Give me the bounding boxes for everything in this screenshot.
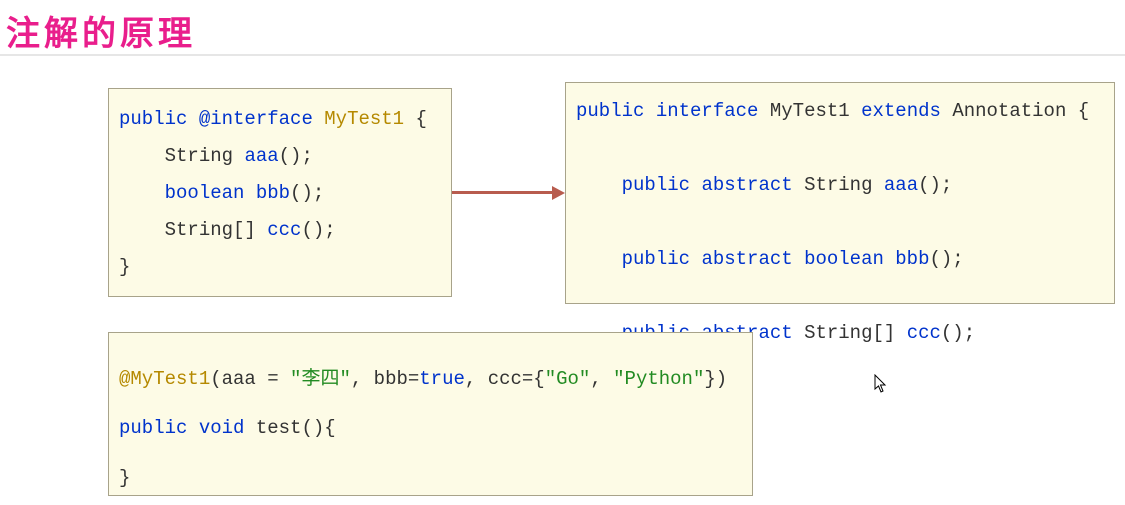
string-literal: "李四" (290, 368, 351, 390)
type-name: MyTest1 (324, 108, 404, 130)
brace: { (1066, 100, 1089, 122)
title-divider (0, 54, 1125, 56)
method: bbb (895, 248, 929, 270)
method: aaa (884, 174, 918, 196)
cursor-icon (874, 374, 888, 394)
code-block-annotation-def: public @interface MyTest1 { String aaa()… (108, 88, 452, 297)
punct: (); (918, 174, 952, 196)
type: String[] (165, 219, 268, 241)
method: test (256, 417, 302, 439)
paren: ( (210, 368, 221, 390)
type: String (165, 145, 245, 167)
comma: , (351, 368, 374, 390)
brace: } (119, 467, 130, 489)
method: ccc (907, 322, 941, 344)
page-title: 注解的原理 (6, 6, 196, 55)
arrow-right-icon (452, 186, 565, 200)
code-block-interface-def: public interface MyTest1 extends Annotat… (565, 82, 1115, 304)
punct: (){ (301, 417, 335, 439)
keyword: true (419, 368, 465, 390)
paren: }) (704, 368, 727, 390)
arg-key: bbb= (374, 368, 420, 390)
method: aaa (244, 145, 278, 167)
comma: , (465, 368, 488, 390)
keyword: abstract (701, 174, 792, 196)
punct: (); (301, 219, 335, 241)
type: boolean (165, 182, 256, 204)
keyword: interface (656, 100, 759, 122)
keyword: public (119, 417, 187, 439)
string-literal: "Python" (613, 368, 704, 390)
annotation: @MyTest1 (119, 368, 210, 390)
keyword: extends (861, 100, 941, 122)
type-name: Annotation (952, 100, 1066, 122)
keyword: public (576, 100, 644, 122)
method: bbb (256, 182, 290, 204)
keyword: public (622, 174, 690, 196)
brace: { (404, 108, 427, 130)
punct: (); (279, 145, 313, 167)
type-name: MyTest1 (770, 100, 850, 122)
keyword: @interface (199, 108, 313, 130)
arg-key: aaa = (222, 368, 290, 390)
type: String (804, 174, 884, 196)
punct: (); (290, 182, 324, 204)
keyword: public (119, 108, 187, 130)
type: String[] (804, 322, 907, 344)
punct: (); (930, 248, 964, 270)
keyword: void (199, 417, 245, 439)
punct: (); (941, 322, 975, 344)
keyword: public (622, 248, 690, 270)
type: boolean (804, 248, 895, 270)
code-block-usage: @MyTest1(aaa = "李四", bbb=true, ccc={"Go"… (108, 332, 753, 496)
string-literal: "Go" (545, 368, 591, 390)
comma: , (590, 368, 613, 390)
brace: } (119, 256, 130, 278)
method: ccc (267, 219, 301, 241)
keyword: abstract (701, 248, 792, 270)
arg-key: ccc={ (488, 368, 545, 390)
